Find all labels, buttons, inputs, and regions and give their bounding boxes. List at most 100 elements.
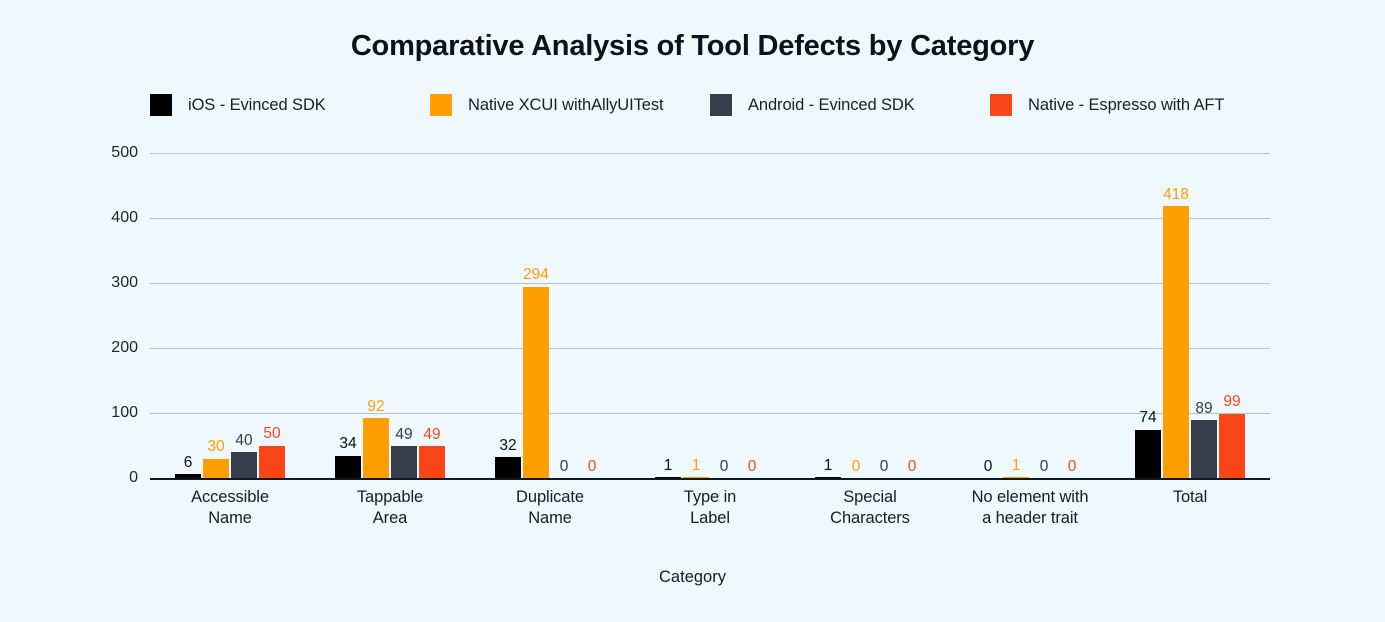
bar-value-label: 1 bbox=[823, 456, 833, 474]
x-axis-category-line: Name bbox=[208, 509, 252, 527]
bar-slot: 1 bbox=[683, 153, 709, 478]
bar[interactable] bbox=[203, 458, 229, 478]
bar-group: 74 418 89 99 bbox=[1110, 153, 1270, 478]
bar-value-label: 294 bbox=[523, 266, 549, 284]
x-axis-category-label: Type in Label bbox=[630, 487, 790, 529]
legend-item[interactable]: Android - Evinced SDK bbox=[710, 94, 990, 116]
legend-item[interactable]: Native - Espresso with AFT bbox=[990, 94, 1270, 116]
x-axis-title: Category bbox=[659, 568, 726, 586]
bar-value-label: 89 bbox=[1195, 399, 1213, 417]
x-axis-category-label: Tappable Area bbox=[310, 487, 470, 529]
legend-item[interactable]: iOS - Evinced SDK bbox=[150, 94, 430, 116]
bar-value-label: 0 bbox=[1039, 457, 1049, 475]
x-axis-category-line: Duplicate bbox=[516, 488, 584, 506]
bar[interactable] bbox=[259, 445, 285, 478]
bar-slot: 92 bbox=[363, 153, 389, 478]
x-axis-category-line: No element with bbox=[971, 488, 1089, 506]
bar-group-bars: 0100 bbox=[950, 153, 1110, 478]
bar[interactable] bbox=[1219, 413, 1245, 478]
bar[interactable] bbox=[815, 477, 841, 478]
bar-value-label: 0 bbox=[587, 457, 597, 475]
bar-groups: 6 30 40 50 34 92 49 49 32 294 0 0 1 1 0 0 1 0 0 0 0 1 0 0 74 418 8… bbox=[150, 153, 1270, 478]
bar-slot: 74 bbox=[1135, 153, 1161, 478]
bar[interactable] bbox=[231, 452, 257, 478]
bar-group: 6 30 40 50 bbox=[150, 153, 310, 478]
bar-slot: 1 bbox=[655, 153, 681, 478]
bar-slot: 99 bbox=[1219, 153, 1245, 478]
bar-slot: 0 bbox=[1031, 153, 1057, 478]
legend-item[interactable]: Native XCUI withAllyUITest bbox=[430, 94, 710, 116]
x-axis-category-label: Accessible Name bbox=[150, 487, 310, 529]
legend-swatch-icon bbox=[150, 94, 172, 116]
bar-value-label: 92 bbox=[367, 397, 385, 415]
bar-slot: 34 bbox=[335, 153, 361, 478]
bar-group: 34 92 49 49 bbox=[310, 153, 470, 478]
bar-value-label: 0 bbox=[559, 457, 569, 475]
bar-slot: 0 bbox=[551, 153, 577, 478]
legend-item-label: iOS - Evinced SDK bbox=[188, 95, 326, 114]
x-axis-category-line: Total bbox=[1172, 488, 1208, 506]
bar[interactable] bbox=[335, 455, 361, 478]
x-axis-line bbox=[150, 478, 1270, 480]
bar[interactable] bbox=[523, 286, 549, 478]
bar-value-label: 49 bbox=[395, 425, 413, 443]
legend-item-label: Native XCUI withAllyUITest bbox=[468, 95, 664, 114]
bar-value-label: 0 bbox=[983, 457, 993, 475]
bar-slot: 6 bbox=[175, 153, 201, 478]
bar-value-label: 49 bbox=[423, 425, 441, 443]
chart-title: Comparative Analysis of Tool Defects by … bbox=[350, 30, 1035, 62]
bar[interactable] bbox=[1135, 429, 1161, 478]
bar-value-label: 0 bbox=[851, 457, 861, 475]
bar-slot: 32 bbox=[495, 153, 521, 478]
bar-group: 0100 bbox=[950, 153, 1110, 478]
legend-item-label: Native - Espresso with AFT bbox=[1028, 95, 1225, 114]
legend-swatch-icon bbox=[430, 94, 452, 116]
x-axis-category-line: Accessible bbox=[191, 488, 269, 506]
x-axis-labels: Accessible Name Tappable Area Duplicate Name T… bbox=[150, 487, 1270, 529]
bar-value-label: 0 bbox=[747, 457, 757, 475]
bar-value-label: 6 bbox=[183, 453, 193, 471]
bar-slot: 0 bbox=[711, 153, 737, 478]
bar[interactable] bbox=[1163, 206, 1189, 478]
x-axis-category-line: Type in bbox=[683, 488, 737, 506]
bar[interactable] bbox=[419, 446, 445, 478]
bar[interactable] bbox=[495, 457, 521, 478]
bar[interactable] bbox=[683, 477, 709, 478]
x-axis-category-label: Duplicate Name bbox=[470, 487, 630, 529]
bar-group: 32 294 0 0 bbox=[470, 153, 630, 478]
bar-slot: 0 bbox=[1059, 153, 1085, 478]
bar-group-bars: 1000 bbox=[790, 153, 950, 478]
bar-slot: 1 bbox=[1003, 153, 1029, 478]
x-axis-category-line: Label bbox=[690, 509, 730, 527]
x-axis-category-label: No element with a header trait bbox=[950, 487, 1110, 529]
bar[interactable] bbox=[391, 446, 417, 478]
bar[interactable] bbox=[655, 477, 681, 478]
chart-legend: iOS - Evinced SDK Native XCUI withAllyUIT… bbox=[150, 94, 1270, 116]
bar-group: 1000 bbox=[790, 153, 950, 478]
bar-slot: 0 bbox=[579, 153, 605, 478]
bar[interactable] bbox=[175, 474, 201, 478]
bar-value-label: 50 bbox=[263, 425, 281, 442]
x-axis-category-line: Area bbox=[372, 509, 408, 527]
plot-area: 0 100 200 300 400 500 6 30 40 50 34 92 49 49 32 294 0 0 1… bbox=[111, 144, 1270, 486]
bar-value-label: 0 bbox=[719, 457, 729, 475]
bar-slot: 0 bbox=[843, 153, 869, 478]
bar-slot: 418 bbox=[1163, 153, 1189, 478]
y-axis-tick-label: 0 bbox=[129, 469, 138, 486]
bar-value-label: 74 bbox=[1139, 409, 1157, 427]
bar[interactable] bbox=[1191, 420, 1217, 478]
bar[interactable] bbox=[1003, 477, 1029, 478]
bar-slot: 50 bbox=[259, 153, 285, 478]
bar-slot: 1 bbox=[815, 153, 841, 478]
bar-slot: 40 bbox=[231, 153, 257, 478]
bar-value-label: 40 bbox=[235, 431, 253, 449]
bar-group-bars: 1100 bbox=[630, 153, 790, 478]
y-axis-tick-label: 300 bbox=[111, 274, 138, 291]
bar-slot: 49 bbox=[419, 153, 445, 478]
bar-group: 1100 bbox=[630, 153, 790, 478]
x-axis-category-label: Special Characters bbox=[790, 487, 950, 529]
y-axis-tick-label: 200 bbox=[111, 339, 138, 356]
x-axis-category-label: Total bbox=[1110, 487, 1270, 529]
bar-value-label: 1 bbox=[1011, 456, 1021, 474]
bar[interactable] bbox=[363, 418, 389, 478]
